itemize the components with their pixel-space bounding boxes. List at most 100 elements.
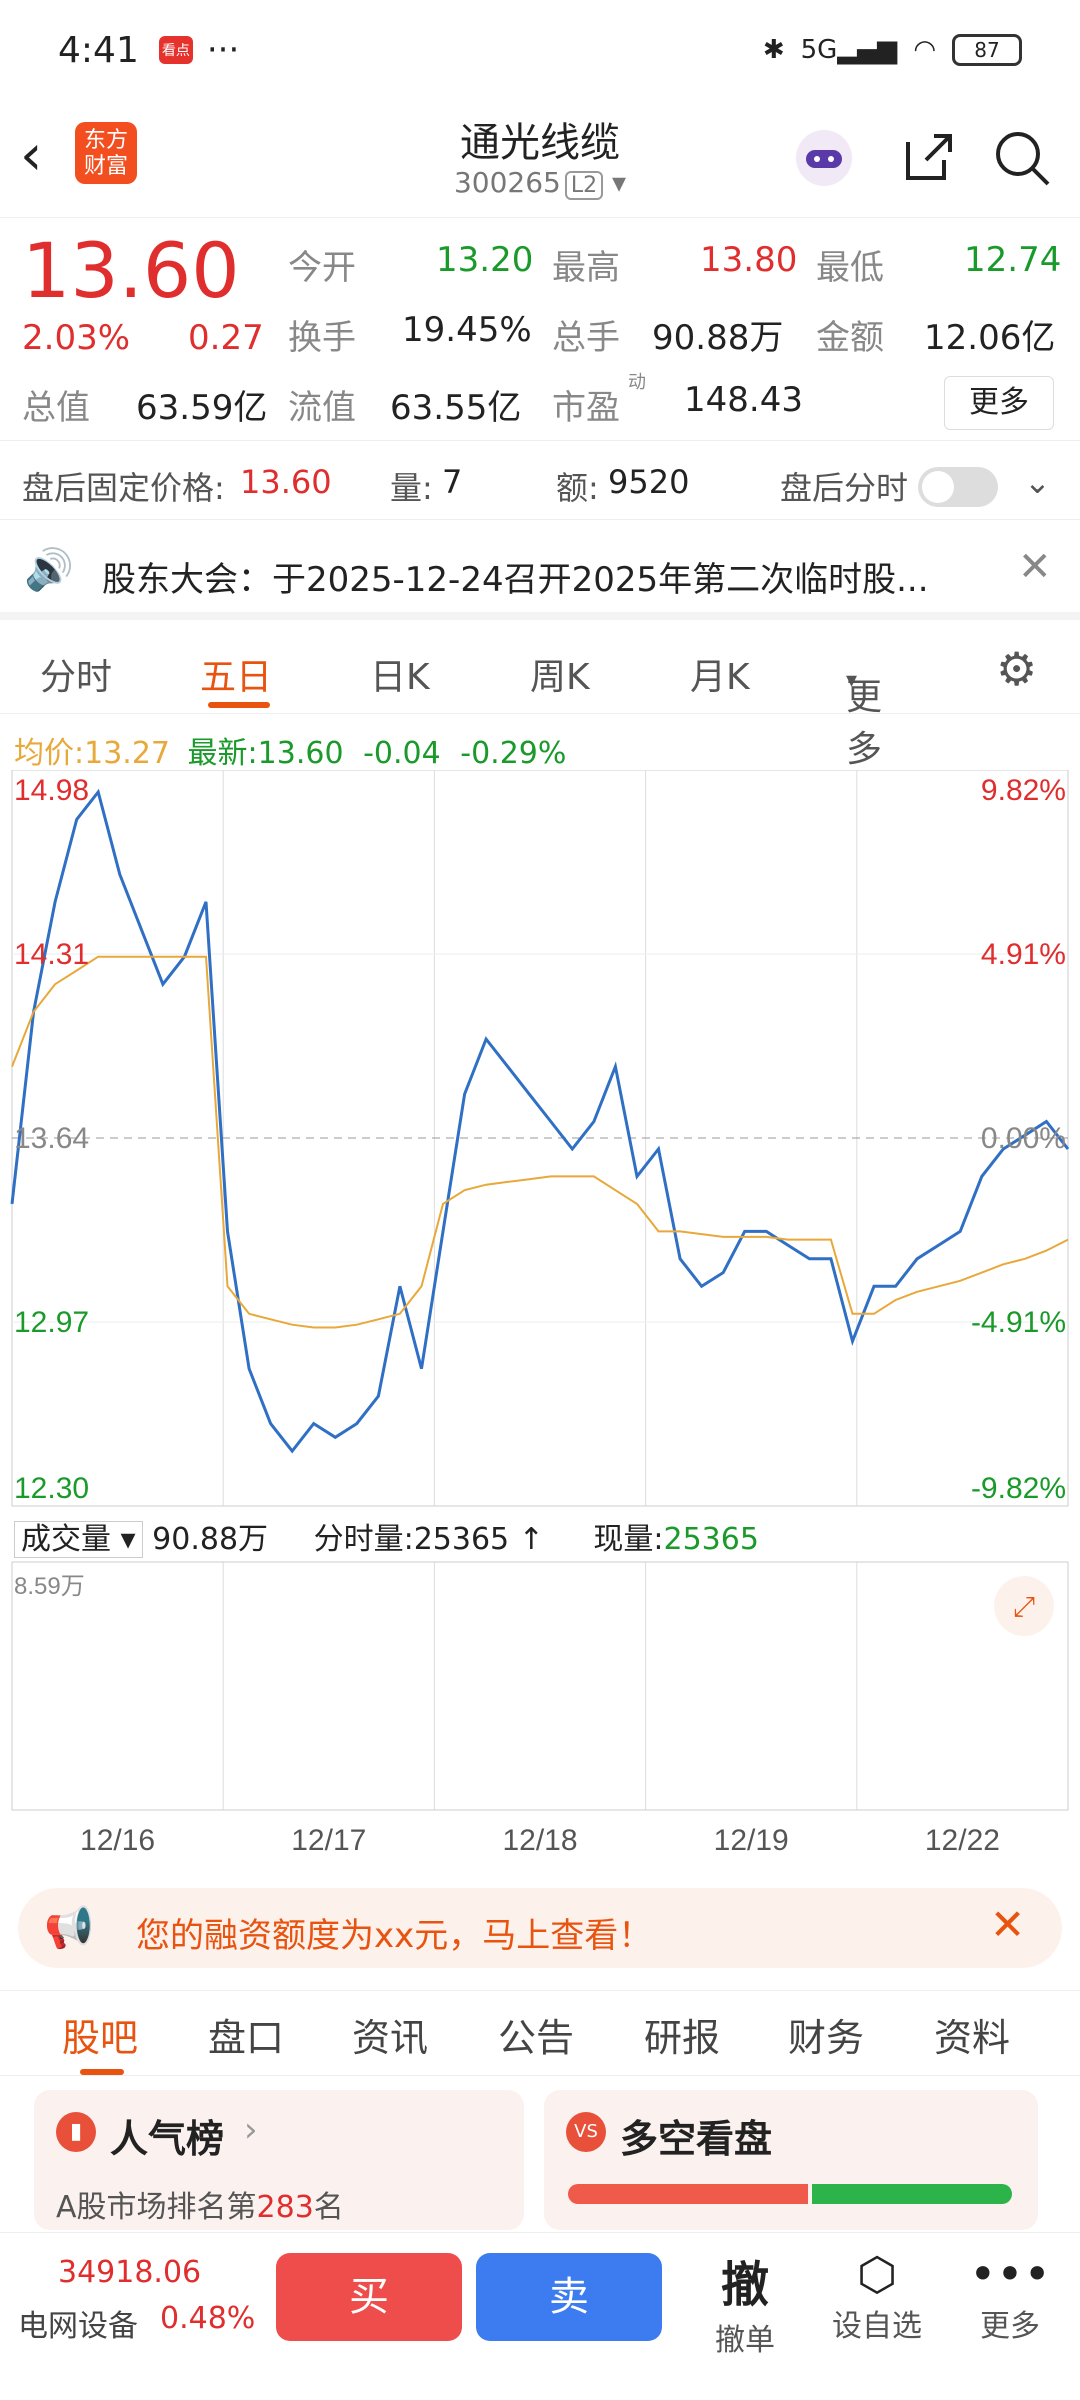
tab-profile[interactable]: 资料 xyxy=(934,2007,1010,2062)
chart-legend: 均价:13.27 最新:13.60 -0.04 -0.29% xyxy=(14,736,567,771)
change-percent: 2.03% xyxy=(22,318,131,358)
banner-close-icon[interactable]: ✕ xyxy=(990,1900,1025,1949)
after-hours-row: 盘后固定价格: 13.60 量: 7 额: 9520 盘后分时 ⌄ xyxy=(0,440,1080,520)
speaker-icon: 🔊 xyxy=(24,547,74,593)
expand-icon-glyph: ⤢ xyxy=(1013,1590,1035,1623)
sector-index-value[interactable]: 34918.06 xyxy=(58,2255,201,2290)
hexagon-gear-icon: ⬡ xyxy=(856,2247,898,2301)
stock-header: ‹ 东方 财富 通光线缆 300265 L2 ▾ xyxy=(0,100,1080,218)
app-notification-icon: 看点 xyxy=(158,36,193,64)
wifi-icon: ◠ xyxy=(913,35,936,65)
chart-tabs: 分时 五日 日K 周K 月K 更多 ▾ ⚙ xyxy=(0,628,1080,770)
bottom-action-bar: 34918.06 电网设备 0.48% 买 卖 撤 撤单 ⬡ 设自选 ••• 更… xyxy=(0,2232,1080,2400)
float-value: 63.55亿 xyxy=(390,388,522,428)
pe-dynamic-tag: 动 xyxy=(628,372,646,393)
cancel-order-button[interactable]: 撤 撤单 xyxy=(700,2245,790,2359)
after-hours-toggle[interactable] xyxy=(918,467,998,507)
sell-button[interactable]: 卖 xyxy=(476,2253,662,2341)
sector-name[interactable]: 电网设备 xyxy=(18,2301,138,2345)
tab-five-day[interactable]: 五日 xyxy=(200,648,272,700)
cancel-icon: 撤 xyxy=(720,2257,769,2313)
high-value: 13.80 xyxy=(700,240,798,280)
chevron-down-icon[interactable]: ⌄ xyxy=(1024,463,1051,501)
status-time: 4:41 xyxy=(58,29,139,71)
y-right-tick: 4.91% xyxy=(981,938,1066,971)
low-label: 最低 xyxy=(816,248,884,288)
signal-icon: 5G▂▄▆ xyxy=(800,35,898,65)
change-value: 0.27 xyxy=(188,318,264,358)
more-dots-icon: ••• xyxy=(969,2247,1051,2301)
y-right-tick: -4.91% xyxy=(971,1306,1066,1339)
amount-label: 金额 xyxy=(816,318,884,358)
turnover-value: 19.45% xyxy=(402,310,532,350)
financing-banner[interactable]: 📢 您的融资额度为xx元，马上查看！ ✕ xyxy=(18,1888,1062,1968)
tab-research[interactable]: 研报 xyxy=(644,2007,720,2062)
bear-bar xyxy=(812,2184,1012,2204)
volume-header: 成交量 ▾ 90.88万 分时量:25365 ↑ 现量:25365 xyxy=(14,1514,759,1558)
pe-value: 148.43 xyxy=(684,380,803,420)
vs-icon: VS xyxy=(566,2112,606,2152)
amount-value: 12.06亿 xyxy=(924,318,1056,358)
tab-weekly-k[interactable]: 周K xyxy=(530,648,590,700)
series-line xyxy=(11,955,1069,1329)
search-icon[interactable] xyxy=(990,126,1054,190)
volume-panel-border xyxy=(11,1561,1069,1811)
pe-label: 市盈 xyxy=(552,388,620,428)
mcap-label: 总值 xyxy=(22,388,90,428)
tab-news[interactable]: 资讯 xyxy=(352,2007,428,2062)
quote-panel: 13.60 2.03% 0.27 今开 13.20 最高 13.80 最低 12… xyxy=(0,218,1080,438)
y-left-tick: 14.31 xyxy=(14,938,89,971)
more-quote-button[interactable]: 更多 xyxy=(944,376,1054,430)
sector-change: 0.48% xyxy=(160,2301,256,2336)
tab-announcements[interactable]: 公告 xyxy=(498,2007,574,2062)
y-right-tick: -9.82% xyxy=(971,1472,1066,1505)
volume-value: 90.88万 xyxy=(652,318,784,358)
mcap-value: 63.59亿 xyxy=(136,388,268,428)
y-right-tick: 0.00% xyxy=(981,1122,1066,1155)
volume-label: 总手 xyxy=(552,318,620,358)
notice-bar[interactable]: 🔊 股东大会：于2025-12-24召开2025年第二次临时股... ✕ xyxy=(0,522,1080,620)
megaphone-icon: 📢 xyxy=(44,1905,94,1951)
content-tabs: 股吧 盘口 资讯 公告 研报 财务 资料 xyxy=(0,1990,1080,2076)
tab-daily-k[interactable]: 日K xyxy=(370,648,430,700)
ranking-icon: ▮ xyxy=(56,2112,96,2152)
turnover-label: 换手 xyxy=(288,318,356,358)
volume-selector[interactable]: 成交量 ▾ xyxy=(14,1521,143,1558)
tab-monthly-k[interactable]: 月K xyxy=(690,648,750,700)
chart-lines xyxy=(10,788,1070,1454)
chevron-right-icon: › xyxy=(244,2110,258,2150)
tab-guba[interactable]: 股吧 xyxy=(62,2007,138,2062)
more-button[interactable]: ••• 更多 xyxy=(960,2247,1060,2345)
x-tick-label: 12/22 xyxy=(925,1824,1000,1857)
level2-badge: L2 xyxy=(564,171,604,200)
five-day-chart[interactable]: 14.98 14.31 13.64 12.97 12.30 9.82% 4.91% 0.00%… xyxy=(0,770,1080,1870)
settings-gear-icon[interactable]: ⚙ xyxy=(996,642,1037,696)
tab-pankou[interactable]: 盘口 xyxy=(208,2007,284,2062)
add-watchlist-button[interactable]: ⬡ 设自选 xyxy=(822,2247,932,2345)
dropdown-icon: ▾ xyxy=(603,166,627,199)
chart-grid xyxy=(11,770,1069,1811)
float-label: 流值 xyxy=(288,388,356,428)
y-left-tick: 13.64 xyxy=(14,1122,89,1155)
y-left-tick: 12.97 xyxy=(14,1306,89,1339)
y-left-tick: 12.30 xyxy=(14,1472,89,1505)
popularity-card[interactable]: ▮ 人气榜 › A股市场排名第283名 xyxy=(34,2090,524,2230)
open-value: 13.20 xyxy=(436,240,534,280)
battery-icon: 87 xyxy=(952,34,1022,66)
close-icon[interactable]: ✕ xyxy=(1018,544,1052,590)
high-label: 最高 xyxy=(552,248,620,288)
robot-assistant-icon[interactable] xyxy=(792,126,856,190)
x-tick-label: 12/19 xyxy=(714,1824,789,1857)
share-icon[interactable] xyxy=(896,126,960,190)
open-label: 今开 xyxy=(288,248,356,288)
y-right-tick: 9.82% xyxy=(981,774,1066,807)
notice-text: 股东大会：于2025-12-24召开2025年第二次临时股... xyxy=(102,560,929,600)
axis-labels: 14.98 14.31 13.64 12.97 12.30 9.82% 4.91% 0.00%… xyxy=(14,774,1066,1857)
tab-finance[interactable]: 财务 xyxy=(788,2007,864,2062)
volume-max-label: 8.59万 xyxy=(14,1573,85,1600)
bull-bear-card[interactable]: VS 多空看盘 xyxy=(544,2090,1038,2230)
banner-text: 您的融资额度为xx元，马上查看！ xyxy=(136,1916,653,1956)
tab-intraday[interactable]: 分时 xyxy=(40,648,112,700)
buy-button[interactable]: 买 xyxy=(276,2253,462,2341)
low-value: 12.74 xyxy=(964,240,1062,280)
